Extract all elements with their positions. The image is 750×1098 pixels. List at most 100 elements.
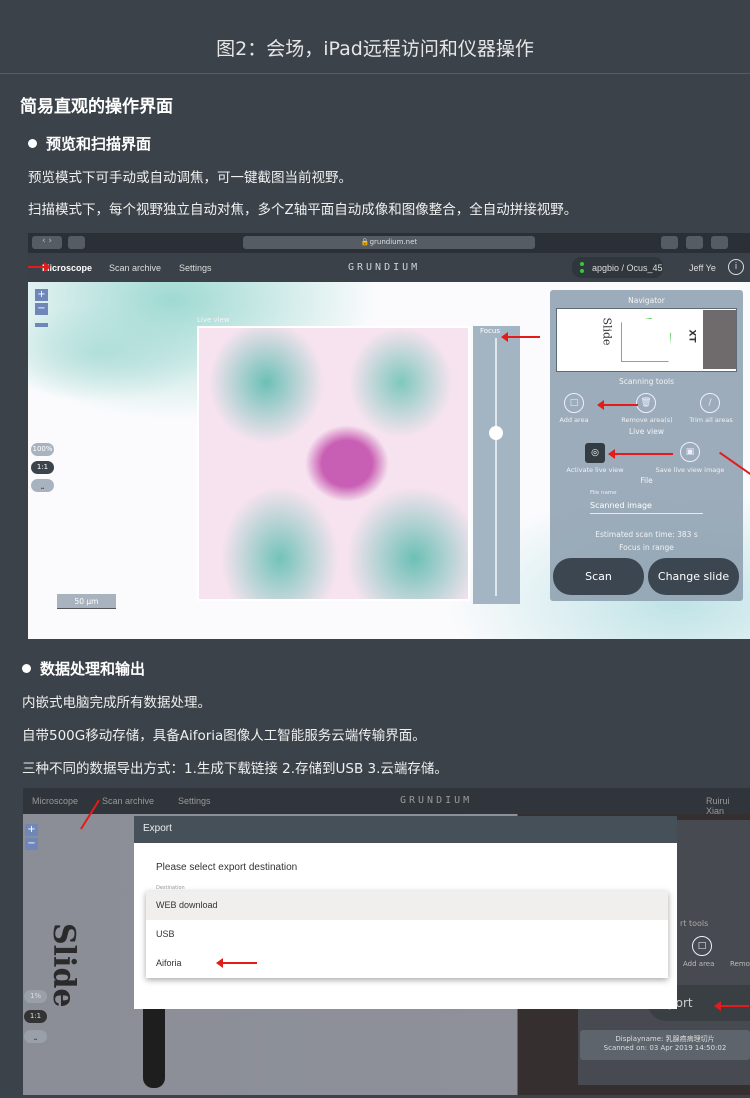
add-area-button[interactable]: Add area — [548, 416, 600, 424]
text-line: 内嵌式电脑完成所有数据处理。 — [22, 695, 211, 711]
zoom-fit[interactable]: ⎵ — [24, 1030, 47, 1043]
text-line: 预览模式下可手动或自动调焦，可一键截图当前视野。 — [28, 170, 352, 186]
scanned-on: Scanned on: 03 Apr 2019 14:50:02 — [603, 1044, 727, 1052]
zoom-percent[interactable]: 1% — [24, 990, 47, 1003]
file-name-label: File name — [590, 490, 617, 496]
remove-areas-button[interactable]: Remove area(s) — [616, 416, 678, 424]
zoom-out-button[interactable]: − — [35, 303, 48, 315]
text-line: 自带500G移动存储，具备Aiforia图像人工智能服务云端传输界面。 — [22, 728, 426, 744]
remove-button[interactable]: Remo — [730, 960, 750, 968]
zoom-in-button[interactable]: + — [25, 824, 38, 836]
share-icon[interactable] — [686, 236, 703, 249]
app-nav: Microscope Scan archive Settings GRUNDIU… — [28, 253, 750, 282]
red-arrow — [714, 1001, 749, 1011]
live-view-label: Live view — [197, 316, 230, 324]
trash-icon[interactable]: 🗑 — [636, 393, 656, 413]
scale-bar: 50 µm — [57, 594, 116, 609]
focus-label: Focus — [480, 327, 500, 335]
info-icon[interactable]: i — [728, 259, 744, 275]
url-bar[interactable]: 🔒grundium.net — [243, 236, 535, 249]
export-screenshot: Microscope Scan archive Settings GRUNDIU… — [23, 788, 750, 1095]
file-heading: File — [640, 476, 653, 485]
divider — [0, 73, 750, 74]
live-view-icon[interactable]: ◎ — [585, 443, 605, 463]
zoom-1to1[interactable]: 1:1 — [31, 461, 54, 474]
slide-label: Slide — [46, 923, 81, 1008]
nav-settings[interactable]: Settings — [178, 796, 211, 806]
slide-label-area — [703, 310, 736, 369]
scan-area[interactable] — [621, 318, 671, 362]
red-arrow — [216, 958, 257, 968]
focus-slider[interactable] — [473, 326, 520, 604]
text-line: 扫描模式下，每个视野独立自动对焦，多个Z轴平面自动成像和图像整合，全自动拼接视野… — [28, 202, 578, 218]
sidebar-toggle-icon[interactable] — [68, 236, 85, 249]
zoom-1to1[interactable]: 1:1 — [24, 1010, 47, 1023]
add-area-icon[interactable]: □ — [564, 393, 584, 413]
nav-settings[interactable]: Settings — [179, 263, 212, 273]
status-dot — [580, 262, 584, 266]
option-web-download[interactable]: WEB download — [146, 891, 668, 920]
scan-time: Estimated scan time: 383 s — [595, 530, 698, 539]
url-text: grundium.net — [369, 238, 418, 246]
nav-microscope[interactable]: Microscope — [32, 796, 78, 806]
slide-label: Slide — [600, 317, 614, 346]
nav-scan-archive[interactable]: Scan archive — [102, 796, 154, 806]
activate-live-view-button[interactable]: Activate live view — [555, 466, 635, 474]
grundium-logo: GRUNDIUM — [348, 262, 421, 273]
app-nav: Microscope Scan archive Settings GRUNDIU… — [23, 788, 750, 816]
live-view-image[interactable] — [197, 326, 470, 601]
zoom-out-button[interactable]: − — [25, 838, 38, 850]
change-slide-button[interactable]: Change slide — [648, 558, 739, 595]
file-name-input[interactable]: Scanned image — [590, 497, 703, 514]
grundium-logo: GRUNDIUM — [400, 795, 473, 806]
control-panel: Navigator Slide XT Scanning tools □ 🗑 / … — [550, 290, 743, 601]
save-live-view-button[interactable]: Save live view image — [650, 466, 730, 474]
red-arrow — [28, 262, 51, 272]
focus-handle[interactable] — [489, 426, 503, 440]
status-dot — [580, 269, 584, 273]
download-icon[interactable] — [661, 236, 678, 249]
tabs-icon[interactable] — [711, 236, 728, 249]
section-heading: 简易直观的操作界面 — [20, 97, 173, 117]
scan-button[interactable]: Scan — [553, 558, 644, 595]
camera-icon[interactable]: ▣ — [680, 442, 700, 462]
slide-mark: XT — [686, 329, 697, 343]
device-selector[interactable]: apgbio / Ocus_45 — [572, 257, 663, 278]
zoom-100[interactable]: 100% — [31, 443, 54, 456]
red-arrow — [501, 332, 540, 342]
user-name[interactable]: Ruirui Xian — [706, 796, 750, 816]
focus-track — [495, 338, 497, 596]
back-forward-buttons[interactable]: ‹ › — [32, 236, 62, 249]
display-name: Displayname: 乳腺癌病理切片 — [615, 1035, 715, 1043]
trim-areas-button[interactable]: Trim all areas — [682, 416, 740, 424]
option-usb[interactable]: USB — [146, 920, 668, 949]
add-area-icon[interactable]: □ — [692, 936, 712, 956]
add-area-button[interactable]: Add area — [683, 960, 714, 968]
destination-dropdown[interactable]: WEB download USB Aiforia — [146, 891, 668, 978]
bullet-preview-scan: 预览和扫描界面 — [28, 133, 151, 154]
browser-bar: ‹ › 🔒grundium.net — [28, 233, 750, 253]
microscope-screenshot: ‹ › 🔒grundium.net Microscope Scan archiv… — [28, 233, 750, 639]
zoom-slider[interactable] — [35, 323, 48, 327]
red-arrow — [597, 400, 638, 410]
wand-icon[interactable]: / — [700, 393, 720, 413]
tools-heading: rt tools — [680, 919, 709, 928]
dialog-prompt: Please select export destination — [156, 862, 298, 873]
scan-info: Displayname: 乳腺癌病理切片 Scanned on: 03 Apr … — [580, 1030, 750, 1060]
text-line: 三种不同的数据导出方式：1.生成下载链接 2.存储到USB 3.云端存储。 — [22, 761, 448, 777]
user-name[interactable]: Jeff Ye — [689, 263, 716, 273]
navigator-heading: Navigator — [628, 296, 665, 305]
page-title: 图2：会场，iPad远程访问和仪器操作 — [216, 38, 534, 60]
scanning-tools-heading: Scanning tools — [618, 377, 675, 386]
focus-status: Focus in range — [619, 543, 674, 552]
dialog-title: Export — [143, 823, 172, 834]
zoom-in-button[interactable]: + — [35, 289, 48, 301]
nav-scan-archive[interactable]: Scan archive — [109, 263, 161, 273]
zoom-fit[interactable]: ⎵ — [31, 479, 54, 492]
navigator-thumbnail[interactable]: Slide XT — [556, 308, 737, 372]
export-dialog-header: Export — [134, 816, 677, 843]
device-name: apgbio / Ocus_45 — [592, 263, 663, 273]
live-view-heading: Live view — [629, 427, 664, 436]
red-arrow — [608, 449, 673, 459]
bullet-data-output: 数据处理和输出 — [22, 658, 145, 679]
